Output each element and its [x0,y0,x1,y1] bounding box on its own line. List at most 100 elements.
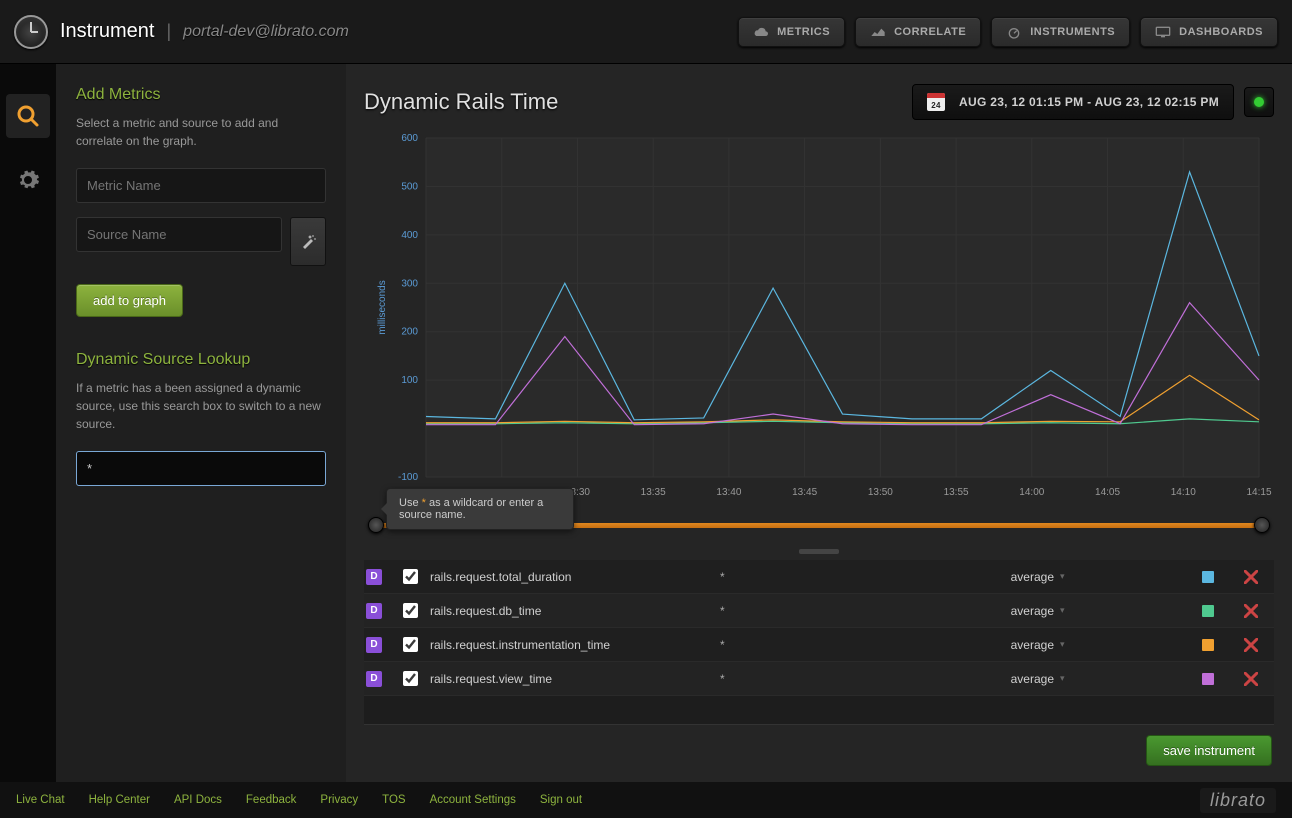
metric-visibility-checkbox[interactable] [403,569,418,584]
metric-name: rails.request.total_duration [430,570,720,584]
metric-source: * [720,638,970,652]
svg-text:13:35: 13:35 [641,487,666,498]
metric-visibility-checkbox[interactable] [403,671,418,686]
delete-metric-button[interactable] [1228,672,1274,686]
clock-icon [14,15,48,49]
aggregation-dropdown[interactable]: ▾ [1060,673,1080,684]
drag-handle-icon[interactable] [799,549,839,554]
line-chart[interactable]: 600500400300200100-10013:2013:2513:3013:… [364,132,1274,507]
nav-instruments-label: INSTRUMENTS [1030,26,1115,38]
metric-row: Drails.request.db_time*average▾ [364,594,1274,628]
svg-text:14:00: 14:00 [1019,487,1044,498]
footer-privacy[interactable]: Privacy [320,794,358,806]
add-metrics-title: Add Metrics [76,86,326,104]
wand-button[interactable] [290,217,326,266]
aggregation-dropdown[interactable]: ▾ [1060,639,1080,650]
close-icon [1244,604,1258,618]
add-metrics-desc: Select a metric and source to add and co… [76,114,326,150]
svg-text:14:05: 14:05 [1095,487,1120,498]
status-led-icon [1254,97,1264,107]
delete-metric-button[interactable] [1228,570,1274,584]
nav-correlate[interactable]: CORRELATE [855,17,981,47]
table-spacer [364,696,1274,724]
slider-handle-left[interactable] [368,517,384,533]
metric-source: * [720,672,970,686]
color-swatch[interactable] [1202,605,1214,617]
svg-text:13:50: 13:50 [868,487,893,498]
close-icon [1244,570,1258,584]
svg-text:14:10: 14:10 [1171,487,1196,498]
dynamic-badge: D [366,569,382,585]
date-range-picker[interactable]: 24 AUG 23, 12 01:15 PM - AUG 23, 12 02:1… [912,84,1234,120]
top-bar: Instrument | portal-dev@librato.com METR… [0,0,1292,64]
footer-tos[interactable]: TOS [382,794,405,806]
nav-metrics[interactable]: METRICS [738,17,845,47]
footer-sign-out[interactable]: Sign out [540,794,582,806]
metric-table: Drails.request.total_duration*average▾Dr… [364,560,1274,696]
add-to-graph-button[interactable]: add to graph [76,284,183,317]
footer-api-docs[interactable]: API Docs [174,794,222,806]
metric-row: Drails.request.total_duration*average▾ [364,560,1274,594]
footer: Live Chat Help Center API Docs Feedback … [0,782,1292,818]
metric-source: * [720,604,970,618]
dynamic-source-input[interactable] [76,451,326,486]
save-instrument-button[interactable]: save instrument [1146,735,1272,766]
footer-feedback[interactable]: Feedback [246,794,297,806]
dynamic-badge: D [366,603,382,619]
delete-metric-button[interactable] [1228,638,1274,652]
metric-name: rails.request.instrumentation_time [430,638,720,652]
rail-settings[interactable] [6,158,50,202]
dynamic-badge: D [366,637,382,653]
svg-text:13:45: 13:45 [792,487,817,498]
dynamic-source-desc: If a metric has a been assigned a dynami… [76,379,326,433]
live-status[interactable] [1244,87,1274,117]
svg-text:14:15: 14:15 [1246,487,1271,498]
footer-help-center[interactable]: Help Center [89,794,150,806]
nav-dashboards-label: DASHBOARDS [1179,26,1263,38]
cloud-icon [753,25,769,39]
aggregation-dropdown[interactable]: ▾ [1060,571,1080,582]
svg-text:milliseconds: milliseconds [377,280,388,334]
account-email[interactable]: portal-dev@librato.com [183,23,349,41]
svg-text:100: 100 [401,375,418,386]
close-icon [1244,638,1258,652]
color-swatch[interactable] [1202,571,1214,583]
svg-text:-100: -100 [398,472,418,483]
nav-dashboards[interactable]: DASHBOARDS [1140,17,1278,47]
nav-metrics-label: METRICS [777,26,830,38]
gauge-icon [1006,25,1022,39]
sidebar: Add Metrics Select a metric and source t… [56,64,346,782]
dynamic-badge: D [366,671,382,687]
separator: | [166,21,171,42]
footer-brand: librato [1200,788,1276,813]
dynamic-source-title: Dynamic Source Lookup [76,351,326,369]
color-swatch[interactable] [1202,639,1214,651]
wand-icon [300,234,316,250]
svg-text:200: 200 [401,327,418,338]
svg-text:13:55: 13:55 [944,487,969,498]
svg-text:500: 500 [401,181,418,192]
source-name-input[interactable] [76,217,282,252]
svg-text:13:40: 13:40 [716,487,741,498]
metric-aggregation: average [970,638,1060,652]
slider-handle-right[interactable] [1254,517,1270,533]
close-icon [1244,672,1258,686]
nav-correlate-label: CORRELATE [894,26,966,38]
nav-instruments[interactable]: INSTRUMENTS [991,17,1130,47]
color-swatch[interactable] [1202,673,1214,685]
footer-live-chat[interactable]: Live Chat [16,794,65,806]
search-icon [16,104,40,128]
metric-name-input[interactable] [76,168,326,203]
svg-text:400: 400 [401,230,418,241]
footer-account-settings[interactable]: Account Settings [430,794,516,806]
wildcard-tooltip: Use * as a wildcard or enter a source na… [386,488,574,530]
gear-icon [16,168,40,192]
aggregation-dropdown[interactable]: ▾ [1060,605,1080,616]
metric-visibility-checkbox[interactable] [403,603,418,618]
metric-visibility-checkbox[interactable] [403,637,418,652]
rail-search[interactable] [6,94,50,138]
metric-row: Drails.request.instrumentation_time*aver… [364,628,1274,662]
metric-aggregation: average [970,672,1060,686]
chart-title: Dynamic Rails Time [364,89,558,115]
delete-metric-button[interactable] [1228,604,1274,618]
